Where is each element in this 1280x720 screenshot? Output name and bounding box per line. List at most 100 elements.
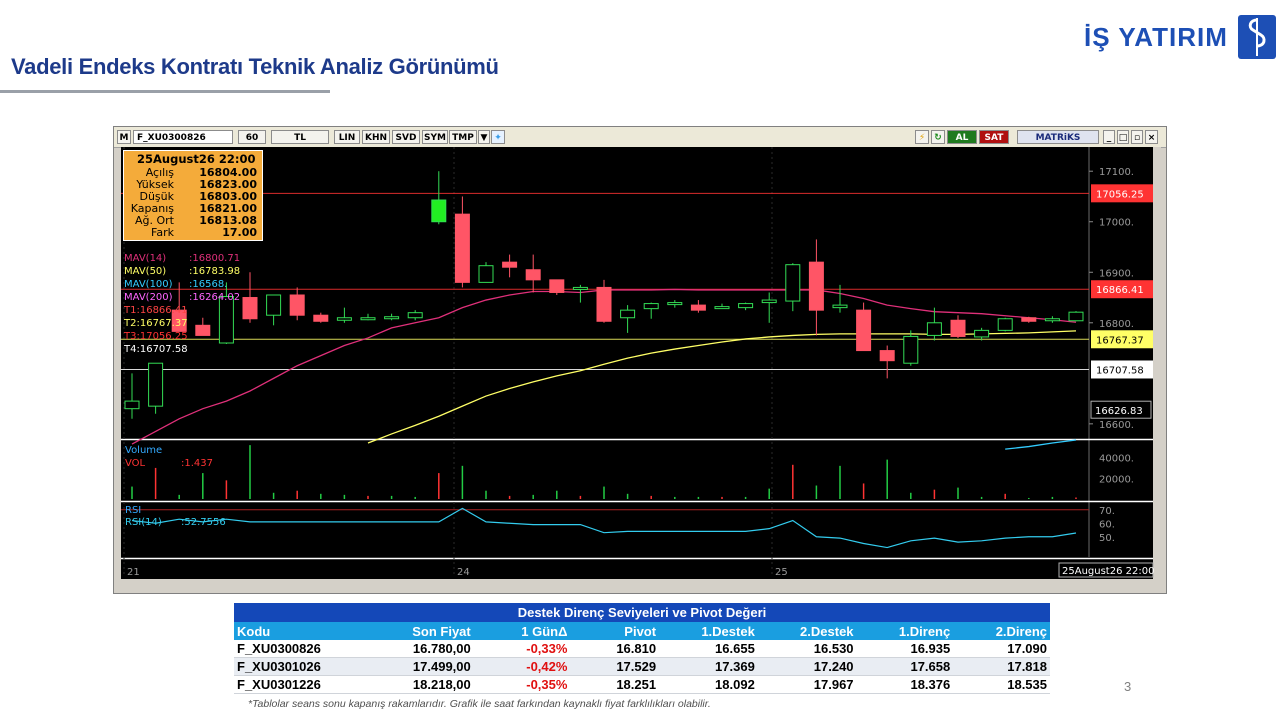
candle-body: [384, 316, 400, 320]
chart-plot-area: 17100. 17000. 16900. 16800. 16600. 21 24 25 1686…: [121, 147, 1161, 593]
candle-body: [714, 306, 730, 310]
ohlc-row-open: Açılış 16804.00: [124, 166, 260, 179]
table-cell: 16.655: [659, 640, 758, 658]
candle-body: [148, 362, 164, 407]
volume-tick-label: 20000.: [1099, 474, 1134, 485]
sym-button[interactable]: SYM: [422, 130, 448, 144]
x-label-25: 25: [775, 567, 788, 578]
ohlc-info-box: 25August26 22:00 Açılış 16804.00 Yüksek 16…: [123, 150, 263, 241]
lightning-icon[interactable]: ⚡: [915, 130, 929, 144]
rsi-label: RSI(14): [125, 517, 162, 528]
ohlc-row-avg: Ağ. Ort 16813.08: [124, 214, 260, 227]
khn-button[interactable]: KHN: [362, 130, 390, 144]
candle-body: [903, 335, 919, 364]
twitter-icon[interactable]: ✦: [491, 130, 505, 144]
candle-body: [974, 329, 990, 338]
candle-body: [525, 269, 541, 281]
candle-body: [195, 324, 211, 336]
x-label-24: 24: [457, 567, 470, 578]
candle-body: [1068, 311, 1084, 322]
volume-tick-label: 40000.: [1099, 454, 1134, 465]
maximize-icon[interactable]: □: [1117, 130, 1129, 144]
brand-mark-icon: [1237, 15, 1276, 59]
indicator-label: T3:17056.25: [123, 331, 188, 342]
period-selector[interactable]: 60: [238, 130, 266, 144]
restore-icon[interactable]: ▫: [1131, 130, 1143, 144]
symbol-selector[interactable]: F_XU0300826: [133, 130, 233, 144]
col-header: Kodu: [234, 622, 359, 640]
ohlc-row-close: Kapanış 16821.00: [124, 202, 260, 215]
table-cell: 18.092: [659, 675, 758, 694]
candle-body: [289, 294, 305, 316]
candle-body: [738, 303, 754, 309]
refresh-icon[interactable]: ↻: [931, 130, 945, 144]
col-header: 2.Direnç: [953, 622, 1050, 640]
candle-body: [808, 261, 824, 311]
pivot-table-title: Destek Direnç Seviyeleri ve Pivot Değeri: [234, 603, 1050, 622]
indicator-label: T1:16866.41: [123, 305, 188, 316]
buy-button[interactable]: AL: [947, 130, 977, 144]
rsi-tick-label: 60.: [1099, 519, 1115, 530]
col-header: 1.Destek: [659, 622, 758, 640]
candle-body: [1021, 317, 1037, 322]
table-cell: 18.218,00: [358, 675, 474, 694]
table-cell: -0,33%: [473, 640, 571, 658]
tmp-button[interactable]: TMP: [449, 130, 477, 144]
table-cell: 16.530: [757, 640, 857, 658]
candle-body: [926, 322, 942, 336]
level-tag-label: 16767.37: [1096, 335, 1144, 346]
rsi-title: RSI: [125, 505, 141, 516]
candle-body: [360, 317, 376, 321]
candle-body: [596, 286, 612, 322]
candle-body: [620, 309, 636, 319]
table-cell: F_XU0301026: [234, 657, 359, 676]
table-cell: 17.499,00: [358, 657, 474, 676]
candle-body: [454, 213, 470, 283]
chart-canvas: 17100. 17000. 16900. 16800. 16600. 21 24 25 1686…: [121, 147, 1161, 593]
candle-body: [997, 318, 1013, 331]
horizontal-scrollbar: [121, 579, 1153, 593]
vertical-scrollbar: [1153, 147, 1161, 593]
candle-body: [242, 297, 258, 320]
rsi-value: :52.7556: [181, 517, 226, 528]
indicator-value: :16783.98: [189, 266, 240, 277]
volume-value: :1.437: [181, 458, 213, 469]
table-cell: -0,42%: [473, 657, 571, 676]
col-header: 1.Direnç: [856, 622, 954, 640]
pivot-table-header: Kodu Son Fiyat 1 GünΔ Pivot 1.Destek 2.D…: [234, 622, 1050, 640]
candle-body: [478, 265, 494, 283]
volume-label: VOL: [125, 458, 146, 469]
ohlc-date: 25August26 22:00: [137, 152, 256, 166]
currency-selector[interactable]: TL: [271, 130, 329, 144]
indicator-label: MAV(14): [124, 253, 166, 264]
brand-name: İŞ YATIRIM: [1084, 21, 1228, 52]
ohlc-row-change: Fark 17.00: [124, 226, 260, 239]
col-header: Pivot: [570, 622, 660, 640]
crosshair-tag-label: 16626.83: [1095, 406, 1143, 417]
indicator-label: MAV(100): [124, 279, 173, 290]
y-tick-label: 16600.: [1099, 420, 1134, 431]
candle-body: [407, 312, 423, 319]
indicator-value: :16264.02: [189, 292, 240, 303]
lin-button[interactable]: LIN: [334, 130, 360, 144]
candle-body: [761, 299, 777, 304]
ohlc-row-low: Düşük 16803.00: [124, 190, 260, 203]
level-tag-label: 16707.58: [1096, 365, 1144, 376]
table-cell: 17.658: [856, 657, 954, 676]
svd-button[interactable]: SVD: [392, 130, 420, 144]
dropdown-arrow-icon[interactable]: ▼: [478, 130, 490, 144]
col-header: 1 GünΔ: [473, 622, 571, 640]
close-icon[interactable]: ×: [1145, 130, 1158, 144]
candle-body: [879, 350, 895, 362]
minimize-icon[interactable]: _: [1103, 130, 1115, 144]
candle-body: [832, 304, 848, 309]
indicator-label: MAV(200): [124, 292, 173, 303]
candle-body: [218, 296, 234, 344]
menu-button[interactable]: M: [117, 130, 131, 144]
sell-button[interactable]: SAT: [979, 130, 1009, 144]
rsi-tick-label: 50.: [1099, 533, 1115, 544]
table-cell: 18.376: [856, 675, 954, 694]
table-cell: 17.967: [757, 675, 857, 694]
table-cell: 17.240: [757, 657, 857, 676]
matriks-logo: MATRiKS: [1017, 130, 1099, 144]
